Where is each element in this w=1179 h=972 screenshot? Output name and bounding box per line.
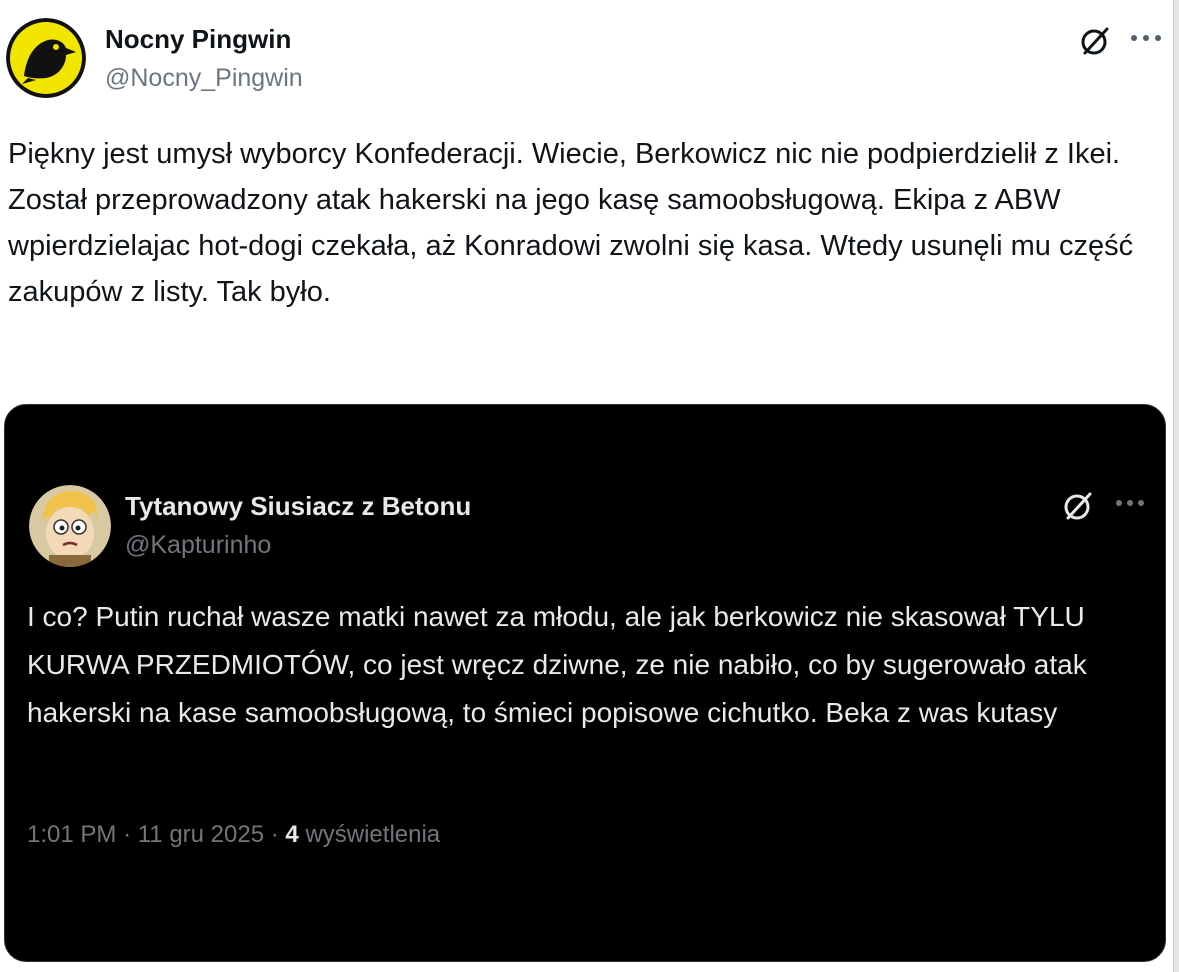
quoted-post-card[interactable]: Tytanowy Siusiacz z Betonu @Kapturinho I… xyxy=(4,404,1166,962)
views-label: wyświetlenia xyxy=(305,821,441,848)
quote-time[interactable]: 1:01 PM xyxy=(27,821,116,848)
quote-text: I co? Putin ruchał wasze matki nawet za … xyxy=(27,601,1087,728)
quote-author-name[interactable]: Tytanowy Siusiacz z Betonu xyxy=(125,491,471,522)
views-count: 4 xyxy=(285,821,299,848)
penguin-avatar-icon xyxy=(6,18,86,98)
quote-meta: 1:01 PM · 11 gru 2025 · 4 wyświetlenia xyxy=(27,821,440,849)
grok-icon[interactable] xyxy=(1061,489,1095,523)
window-edge xyxy=(1173,0,1179,972)
meta-separator: · xyxy=(123,821,132,848)
more-dots-icon[interactable] xyxy=(1113,493,1147,513)
cartoon-avatar-icon xyxy=(29,485,111,567)
post-text: Piękny jest umysł wyborcy Konfederacji. … xyxy=(8,138,1134,308)
quote-author-handle[interactable]: @Kapturinho xyxy=(125,531,271,560)
meta-separator: · xyxy=(270,821,279,848)
avatar[interactable] xyxy=(6,18,86,98)
more-dots-icon[interactable] xyxy=(1128,28,1164,48)
grok-icon[interactable] xyxy=(1078,24,1112,58)
author-handle[interactable]: @Nocny_Pingwin xyxy=(105,64,303,93)
quote-date[interactable]: 11 gru 2025 xyxy=(138,821,264,848)
quote-avatar[interactable] xyxy=(29,485,111,567)
outer-post: Nocny Pingwin @Nocny_Pingwin Piękny jest… xyxy=(0,0,1170,972)
author-name[interactable]: Nocny Pingwin xyxy=(105,24,291,55)
